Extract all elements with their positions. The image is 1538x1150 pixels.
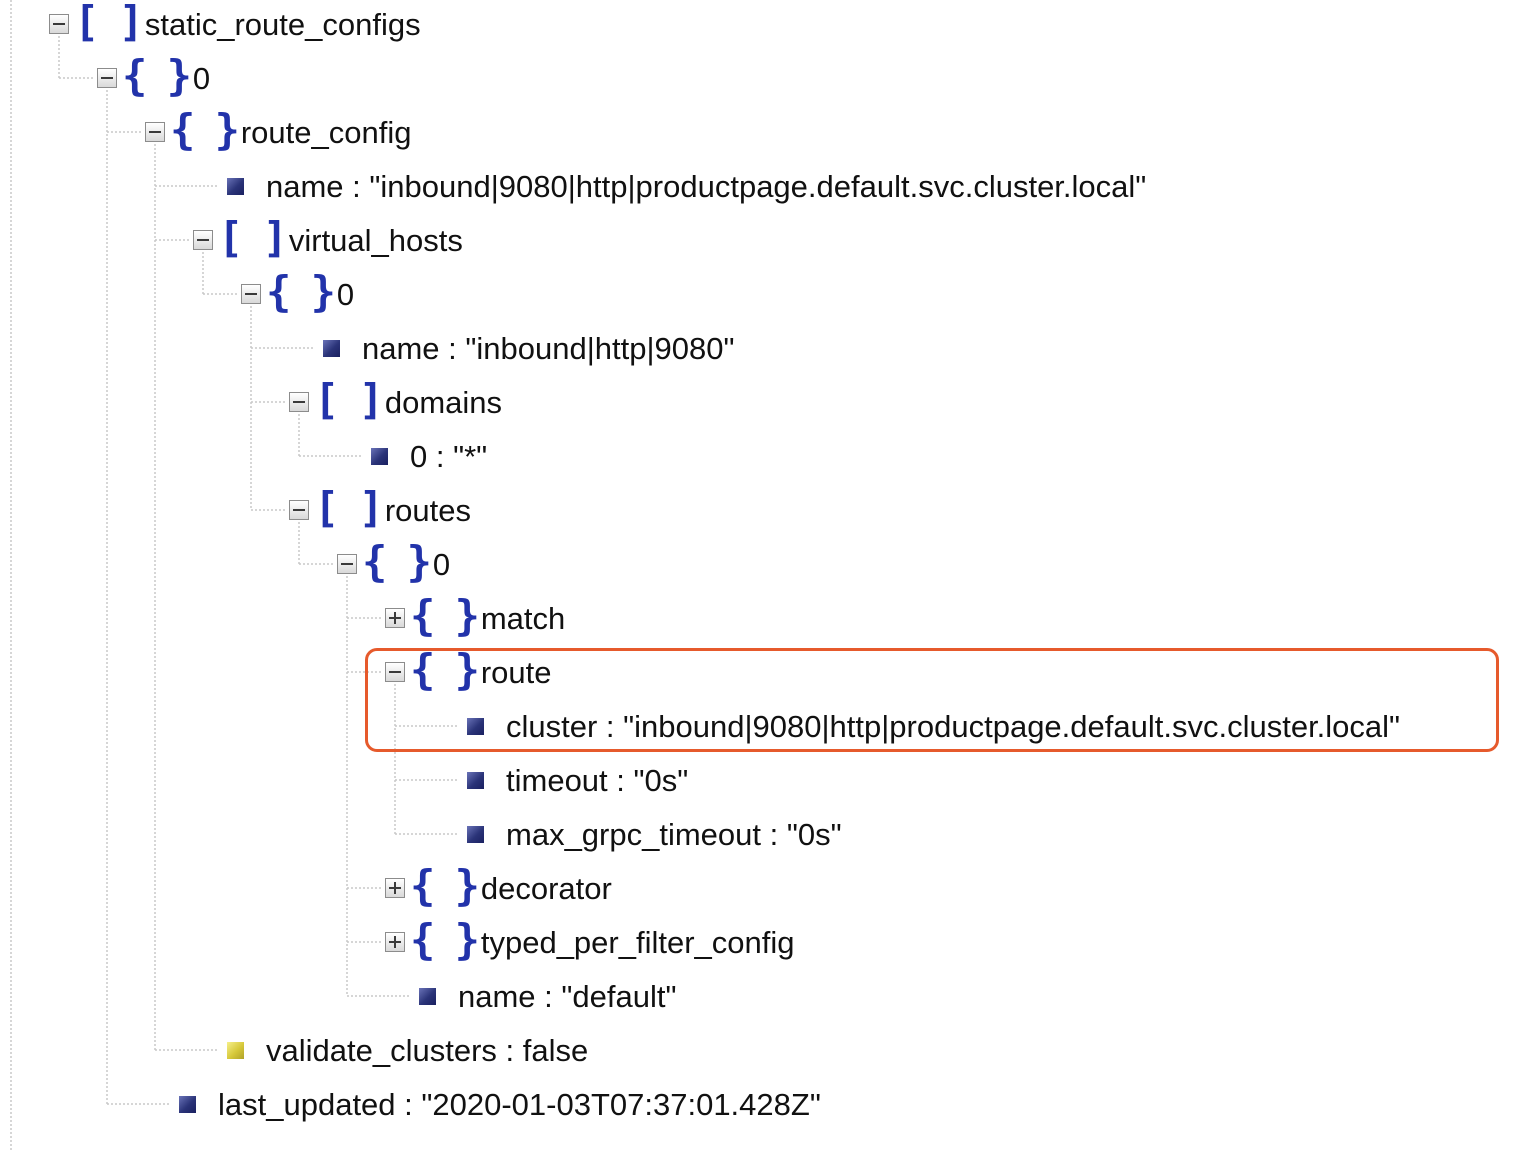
square-bullet-icon [467, 825, 484, 843]
tree-node-route[interactable]: { } route [385, 645, 552, 699]
minus-box-icon[interactable] [337, 554, 357, 574]
square-brackets-icon: [ ] [314, 375, 384, 424]
tree-node-name: name : "default" [419, 969, 676, 1023]
curly-braces-icon: { } [410, 915, 480, 964]
tree-node-name: name : "inbound|9080|http|productpage.de… [227, 159, 1146, 213]
curly-braces-icon: { } [410, 591, 480, 640]
tree-node-label: domains [384, 384, 503, 420]
tree-node-label: last_updated : "2020-01-03T07:37:01.428Z… [218, 1086, 821, 1122]
curly-braces-icon: { } [122, 51, 192, 100]
tree-node-label: cluster : "inbound|9080|http|productpage… [506, 708, 1401, 744]
tree-node-label: route [480, 654, 552, 690]
tree-node-label: name : "inbound|http|9080" [362, 330, 735, 366]
plus-box-icon[interactable] [385, 608, 405, 628]
tree-node-label: decorator [480, 870, 612, 906]
tree-node-label: name : "inbound|9080|http|productpage.de… [266, 168, 1147, 204]
tree-node-typed-per-filter-config[interactable]: { } typed_per_filter_config [385, 915, 795, 969]
minus-box-icon[interactable] [193, 230, 213, 250]
tree-node-domains[interactable]: [ ] domains [289, 375, 502, 429]
minus-box-icon[interactable] [145, 122, 165, 142]
minus-box-icon[interactable] [97, 68, 117, 88]
tree-node-virtual-hosts[interactable]: [ ] virtual_hosts [193, 213, 463, 267]
curly-braces-icon: { } [410, 861, 480, 910]
curly-braces-icon: { } [362, 537, 432, 586]
tree-node-label: 0 : "*" [410, 438, 488, 474]
curly-braces-icon: { } [410, 645, 480, 694]
minus-box-icon[interactable] [289, 500, 309, 520]
curly-braces-icon: { } [266, 267, 336, 316]
tree-node-label: timeout : "0s" [506, 762, 689, 798]
tree-node-routes[interactable]: [ ] routes [289, 483, 471, 537]
tree-node-max-grpc-timeout: max_grpc_timeout : "0s" [467, 807, 842, 861]
tree-node-label: static_route_configs [144, 6, 421, 42]
minus-box-icon[interactable] [289, 392, 309, 412]
square-bullet-icon [227, 1041, 244, 1059]
square-bullet-icon [371, 447, 388, 465]
tree-node-label: name : "default" [458, 978, 677, 1014]
tree-node-0[interactable]: { } 0 [337, 537, 450, 591]
tree-node-route-config[interactable]: { } route_config [145, 105, 411, 159]
tree-node-decorator[interactable]: { } decorator [385, 861, 612, 915]
tree-node-label: 0 [192, 60, 211, 96]
curly-braces-icon: { } [170, 105, 240, 154]
tree-node-label: validate_clusters : false [266, 1032, 589, 1068]
tree-node-label: 0 [336, 276, 355, 312]
minus-box-icon[interactable] [49, 14, 69, 34]
square-brackets-icon: [ ] [314, 483, 384, 532]
tree-node-label: route_config [240, 114, 412, 150]
square-bullet-icon [419, 987, 436, 1005]
tree-node-label: max_grpc_timeout : "0s" [506, 816, 842, 852]
tree-node-0: 0 : "*" [371, 429, 487, 483]
tree-node-label: virtual_hosts [288, 222, 463, 258]
tree-node-label: 0 [432, 546, 451, 582]
tree-node-name: name : "inbound|http|9080" [323, 321, 735, 375]
tree-node-0[interactable]: { } 0 [241, 267, 354, 321]
square-brackets-icon: [ ] [218, 213, 288, 262]
plus-box-icon[interactable] [385, 932, 405, 952]
plus-box-icon[interactable] [385, 878, 405, 898]
tree-node-cluster: cluster : "inbound|9080|http|productpage… [467, 699, 1400, 753]
minus-box-icon[interactable] [385, 662, 405, 682]
square-brackets-icon: [ ] [74, 0, 144, 46]
tree-node-label: match [480, 600, 566, 636]
square-bullet-icon [323, 339, 340, 357]
square-bullet-icon [227, 177, 244, 195]
tree-node-static-route-configs[interactable]: [ ] static_route_configs [49, 0, 421, 51]
tree-node-label: typed_per_filter_config [480, 924, 795, 960]
tree-node-validate-clusters: validate_clusters : false [227, 1023, 588, 1077]
tree-node-0[interactable]: { } 0 [97, 51, 210, 105]
tree-node-timeout: timeout : "0s" [467, 753, 688, 807]
tree-node-last-updated: last_updated : "2020-01-03T07:37:01.428Z… [179, 1077, 821, 1131]
minus-box-icon[interactable] [241, 284, 261, 304]
tree-node-match[interactable]: { } match [385, 591, 565, 645]
json-tree-view: [ ] static_route_configs{ } 0{ } route_conf… [0, 0, 1538, 1150]
square-bullet-icon [467, 717, 484, 735]
tree-node-label: routes [384, 492, 472, 528]
square-bullet-icon [467, 771, 484, 789]
square-bullet-icon [179, 1095, 196, 1113]
